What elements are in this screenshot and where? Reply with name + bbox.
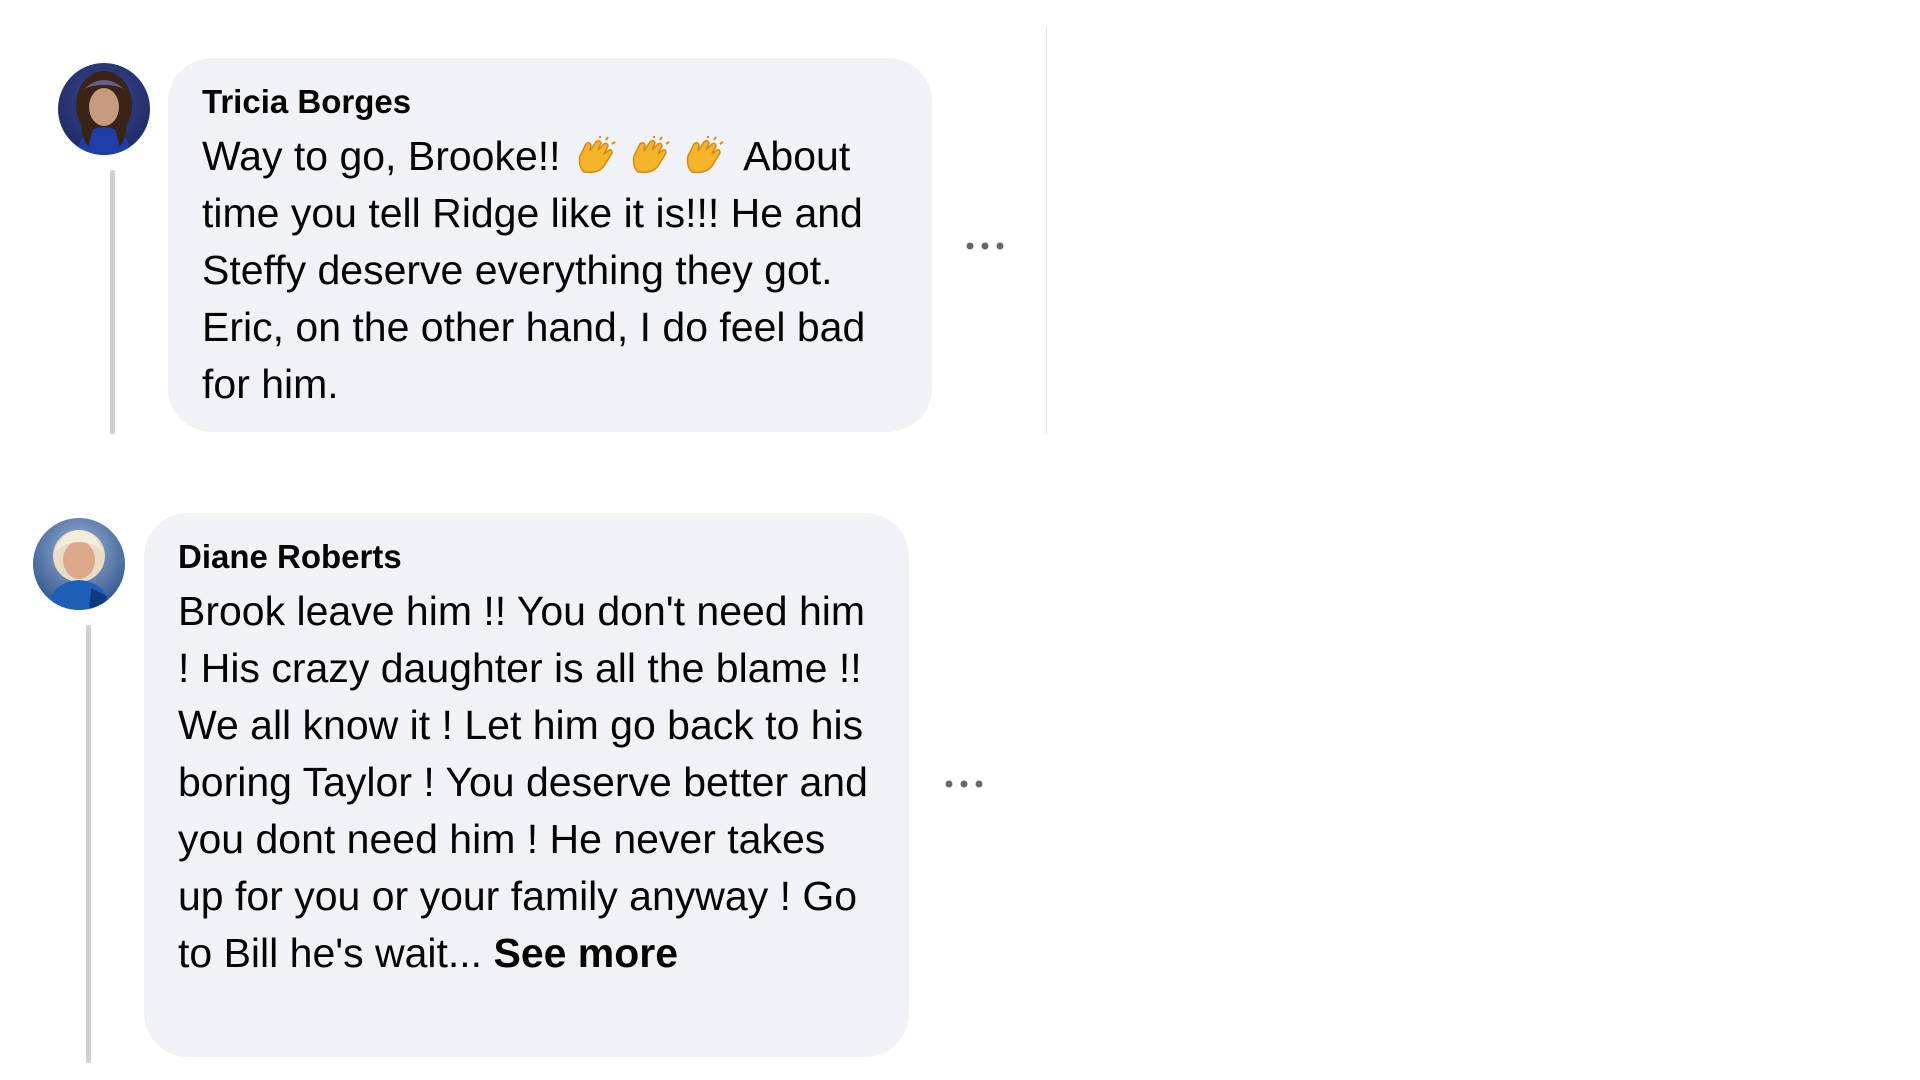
more-horizontal-icon[interactable] [934, 754, 994, 814]
comment-author[interactable]: Diane Roberts [178, 537, 879, 577]
comment-text-part: Way to go, Brooke!! [202, 133, 561, 179]
clapping-hands-icon [574, 134, 624, 174]
reply-thread-line [86, 625, 91, 1063]
comments-panel: Tricia Borges Way to go, Brooke!! About … [0, 0, 1920, 1080]
profile-photo-diane [33, 518, 125, 610]
clapping-hands-icon [628, 134, 678, 174]
comment-text: Way to go, Brooke!! About time you tell … [202, 128, 902, 413]
column-divider [1046, 28, 1047, 434]
reply-thread-line [110, 170, 115, 434]
clapping-hands-icon [682, 134, 732, 174]
see-more-link[interactable]: See more [493, 930, 678, 976]
comment-bubble: Tricia Borges Way to go, Brooke!! About … [168, 58, 932, 432]
avatar-diane-roberts[interactable] [33, 518, 125, 610]
comment-bubble: Diane Roberts Brook leave him !! You don… [144, 513, 909, 1057]
avatar-tricia-borges[interactable] [58, 63, 150, 155]
comment-text-part: Brook leave him !! You don't need him ! … [178, 588, 868, 976]
comment-author[interactable]: Tricia Borges [202, 82, 902, 122]
profile-photo-tricia [58, 63, 150, 155]
more-horizontal-icon[interactable] [955, 216, 1015, 276]
comment-text: Brook leave him !! You don't need him ! … [178, 583, 879, 982]
